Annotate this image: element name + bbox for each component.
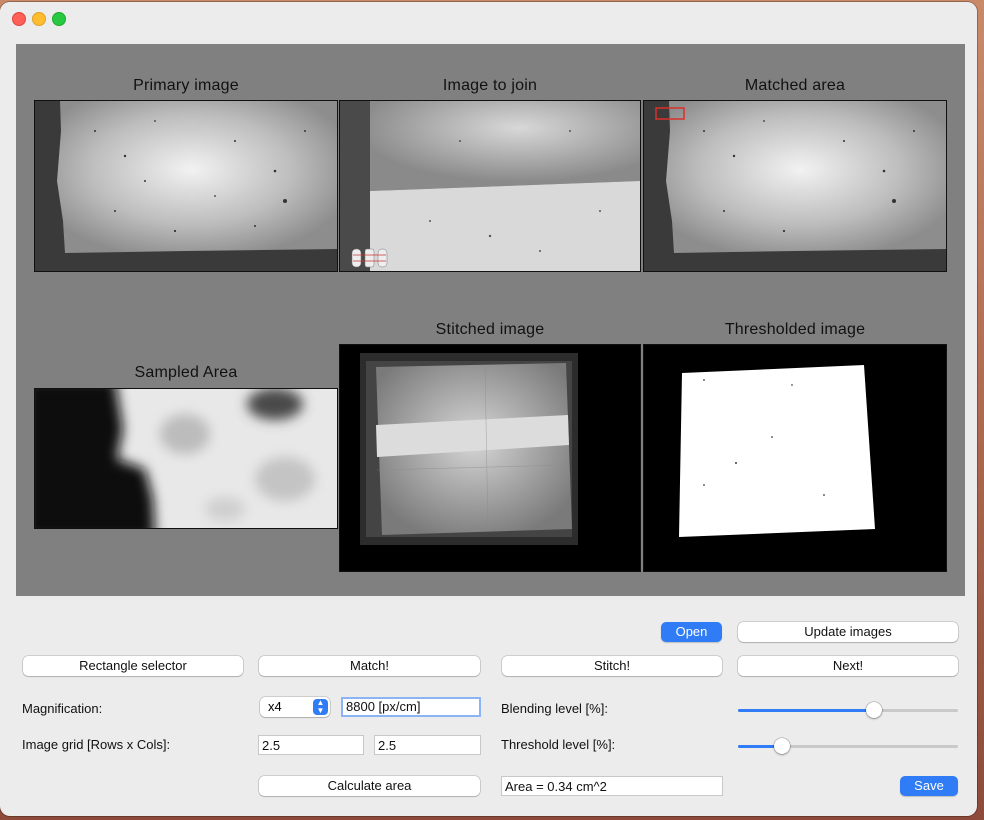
stitch-button[interactable]: Stitch! [502, 656, 722, 676]
stitched-image-title: Stitched image [435, 321, 545, 338]
figure-canvas: Primary image Image to join Matched area [16, 44, 965, 596]
threshold-level-slider[interactable] [738, 736, 958, 756]
match-button[interactable]: Match! [259, 656, 480, 676]
primary-image-title: Primary image [133, 77, 239, 94]
matched-area-title: Matched area [744, 77, 846, 94]
save-button[interactable]: Save [900, 776, 958, 796]
zoom-button[interactable] [52, 12, 66, 26]
sampled-area-panel[interactable] [34, 388, 338, 529]
magnification-label: Magnification: [22, 701, 103, 716]
update-images-button[interactable]: Update images [738, 622, 958, 642]
app-window: Primary image Image to join Matched area [0, 2, 977, 816]
magnification-select[interactable]: x4 ▲ ▼ [260, 697, 330, 717]
title-bar [0, 2, 977, 32]
sampled-area-title: Sampled Area [134, 364, 238, 381]
join-image-title: Image to join [442, 77, 538, 94]
matched-area-image [644, 101, 946, 271]
magnification-select-value: x4 [268, 699, 282, 714]
stitched-image [340, 345, 640, 571]
primary-image-panel[interactable] [34, 100, 338, 272]
thresholded-image-panel[interactable] [643, 344, 947, 572]
primary-image [35, 101, 337, 271]
calculate-area-button[interactable]: Calculate area [259, 776, 480, 796]
next-button[interactable]: Next! [738, 656, 958, 676]
px-per-cm-field[interactable]: 8800 [px/cm] [341, 697, 481, 717]
open-button[interactable]: Open [661, 622, 722, 642]
image-grid-label: Image grid [Rows x Cols]: [22, 737, 171, 752]
join-image-panel[interactable] [339, 100, 641, 272]
minimize-button[interactable] [32, 12, 46, 26]
select-chevrons-icon: ▲ ▼ [313, 699, 328, 715]
area-result-field[interactable]: Area = 0.34 cm^2 [501, 776, 723, 796]
close-button[interactable] [12, 12, 26, 26]
blending-slider-fill [738, 709, 874, 712]
threshold-level-label: Threshold level [%]: [501, 737, 616, 752]
grid-rows-field[interactable]: 2.5 [258, 735, 364, 755]
threshold-slider-knob[interactable] [774, 738, 790, 754]
stitched-image-panel[interactable] [339, 344, 641, 572]
join-image [340, 101, 640, 271]
blending-level-slider[interactable] [738, 700, 958, 720]
grid-cols-field[interactable]: 2.5 [374, 735, 481, 755]
thresholded-image [644, 345, 946, 571]
matched-area-panel[interactable] [643, 100, 947, 272]
blending-slider-knob[interactable] [866, 702, 882, 718]
blending-level-label: Blending level [%]: [501, 701, 608, 716]
rectangle-selector-button[interactable]: Rectangle selector [23, 656, 243, 676]
thresholded-image-title: Thresholded image [724, 321, 866, 338]
sampled-area-image [35, 389, 337, 528]
